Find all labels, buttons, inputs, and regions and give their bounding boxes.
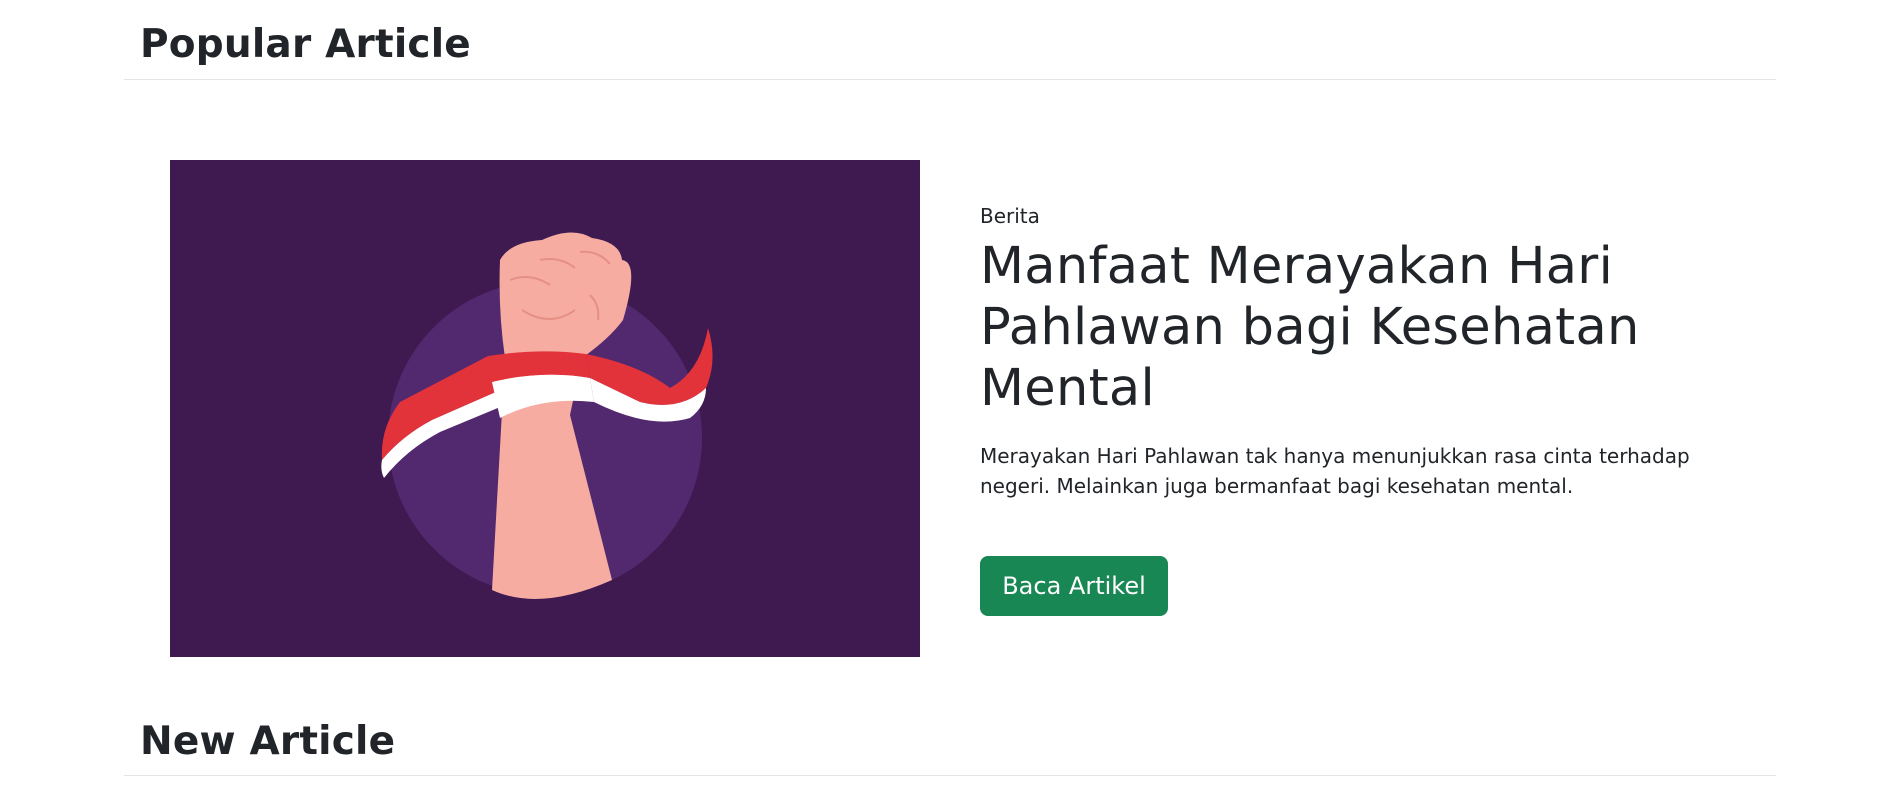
article-category-label: Berita — [980, 204, 1040, 228]
new-article-heading: New Article — [140, 719, 396, 764]
raised-fist-ribbon-illustration — [170, 160, 920, 657]
article-excerpt: Merayakan Hari Pahlawan tak hanya menunj… — [980, 444, 1690, 498]
page: Popular Article Berita Manfaat Merayakan… — [0, 0, 1900, 797]
popular-article-divider — [124, 79, 1776, 80]
featured-article-image[interactable] — [170, 160, 920, 657]
new-article-divider — [124, 775, 1776, 776]
featured-article-info: Berita Manfaat Merayakan Hari Pahlawan b… — [980, 202, 1740, 501]
article-title[interactable]: Manfaat Merayakan Hari Pahlawan bagi Kes… — [980, 236, 1740, 419]
read-article-button[interactable]: Baca Artikel — [980, 556, 1168, 616]
popular-article-heading: Popular Article — [140, 22, 471, 67]
